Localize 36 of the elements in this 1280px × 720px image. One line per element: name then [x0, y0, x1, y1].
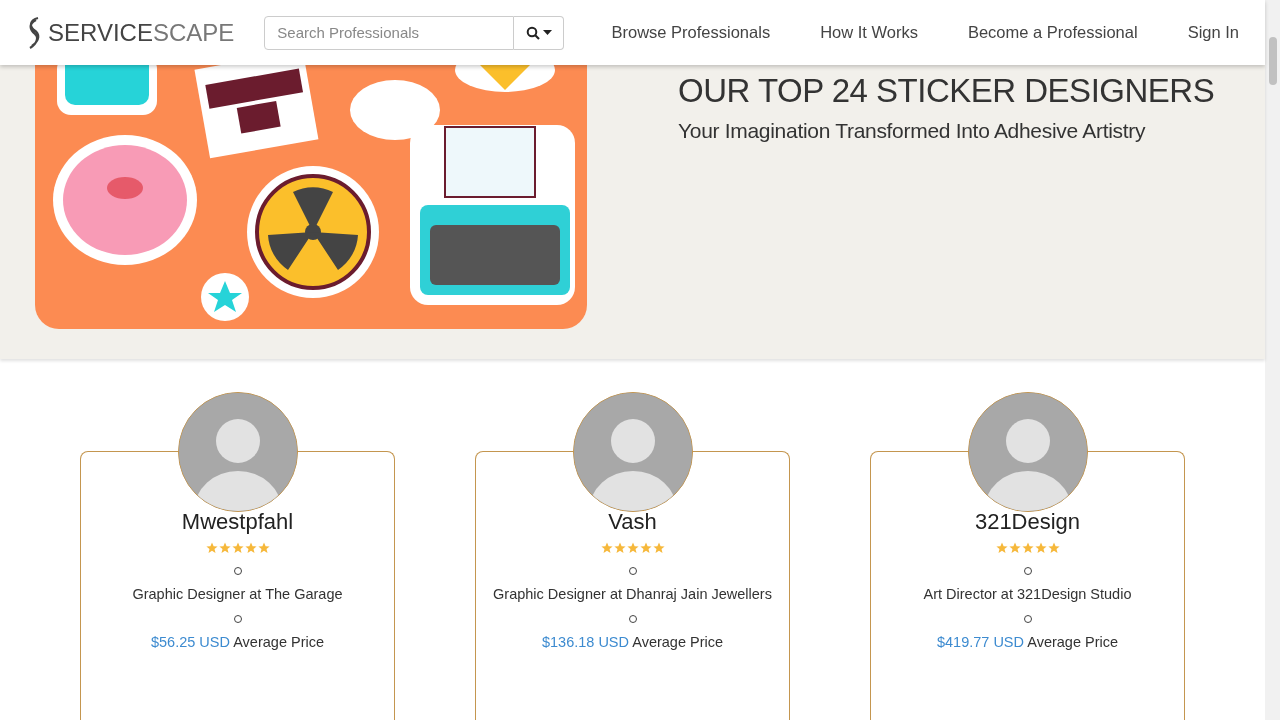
page-heading: OUR TOP 24 STICKER DESIGNERS: [678, 71, 1215, 112]
star-icon: [1047, 542, 1060, 554]
nav-link[interactable]: Browse Professionals: [611, 23, 771, 43]
search-field[interactable]: Search Professionals: [264, 15, 515, 50]
average-price: $419.77 USD Average Price: [936, 634, 1119, 650]
average-price: $56.25 USD Average Price: [150, 634, 324, 650]
star-icon: [257, 542, 270, 554]
nav-link[interactable]: Sign In: [1187, 23, 1239, 43]
professional-name[interactable]: Vash: [608, 508, 657, 536]
logo-wordmark[interactable]: SERVICESCAPE: [48, 18, 235, 47]
scrollbar[interactable]: [1265, 0, 1280, 720]
star-icon: [218, 542, 231, 554]
star-icon: [613, 542, 626, 554]
job-title: Graphic Designer at The Garage: [132, 586, 343, 602]
job-title: Art Director at 321Design Studio: [923, 586, 1132, 602]
star-icon: [600, 542, 613, 554]
star-icon: [995, 542, 1008, 554]
search-button[interactable]: [514, 15, 565, 50]
star-icon: [639, 542, 652, 554]
star-icon: [231, 542, 244, 554]
page-subheading: Your Imagination Transformed Into Adhesive Artistry: [678, 118, 1146, 145]
star-icon: [652, 542, 665, 554]
star-icon: [626, 542, 639, 554]
star-icon: [1021, 542, 1034, 554]
star-icon: [1008, 542, 1021, 554]
nav-link[interactable]: How It Works: [820, 23, 918, 43]
professional-name[interactable]: 321Design: [974, 508, 1081, 536]
professional-name[interactable]: Mwestpfahl: [181, 508, 294, 536]
job-title: Graphic Designer at Dhanraj Jain Jewellers: [493, 586, 772, 602]
star-icon: [244, 542, 257, 554]
star-icon: [205, 542, 218, 554]
average-price: $136.18 USD Average Price: [541, 634, 724, 650]
star-icon: [1034, 542, 1047, 554]
nav-link[interactable]: Become a Professional: [967, 23, 1138, 43]
search-icon: [525, 25, 540, 40]
caret-icon: [542, 30, 552, 36]
